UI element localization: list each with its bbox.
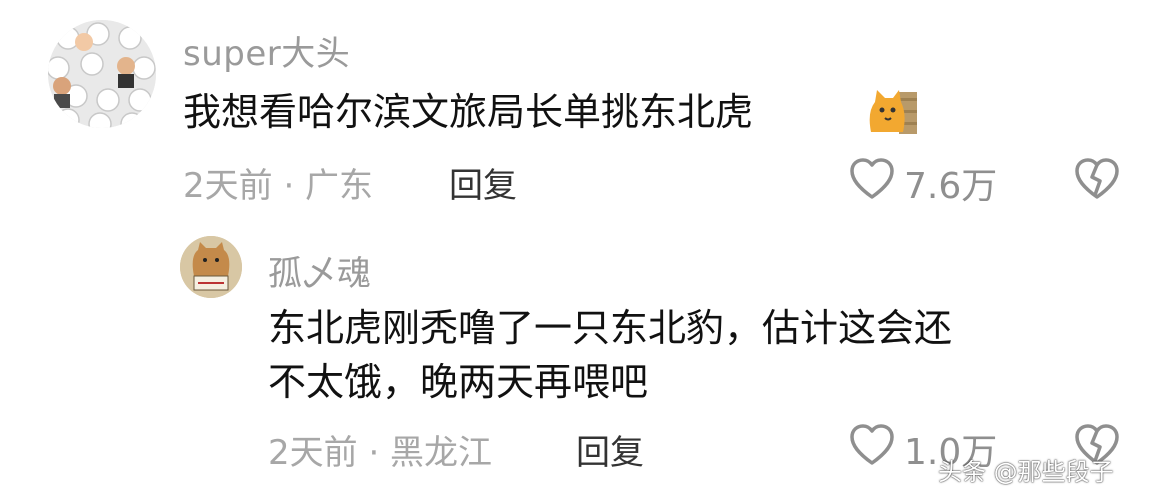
reply-meta: 2天前 · 黑龙江 [268, 433, 493, 473]
reply-avatar[interactable] [180, 236, 242, 298]
comment-text: 我想看哈尔滨文旅局长单挑东北虎 [183, 90, 754, 134]
like-icon[interactable] [848, 421, 896, 469]
like-icon[interactable] [848, 155, 896, 203]
avatar-image [48, 20, 156, 128]
reply-reply-button[interactable]: 回复 [576, 425, 644, 474]
avatar[interactable] [48, 20, 156, 128]
reply-avatar-image [180, 236, 242, 298]
comment-author[interactable]: super大头 [183, 26, 350, 75]
reply-text-line-2: 不太饿，晚两天再喂吧 [268, 360, 649, 404]
comment-meta: 2天前 · 广东 [183, 166, 374, 206]
dislike-icon[interactable] [1073, 155, 1121, 203]
reply-text-line-1: 东北虎刚秃噜了一只东北豹，估计这会还 [268, 306, 953, 350]
reply-author[interactable]: 孤乄魂 [268, 246, 372, 295]
watermark: 头条 @那些段子 [938, 458, 1114, 486]
reply-button[interactable]: 回复 [449, 158, 517, 207]
cat-emoji [865, 86, 919, 136]
like-count: 7.6万 [904, 166, 998, 207]
